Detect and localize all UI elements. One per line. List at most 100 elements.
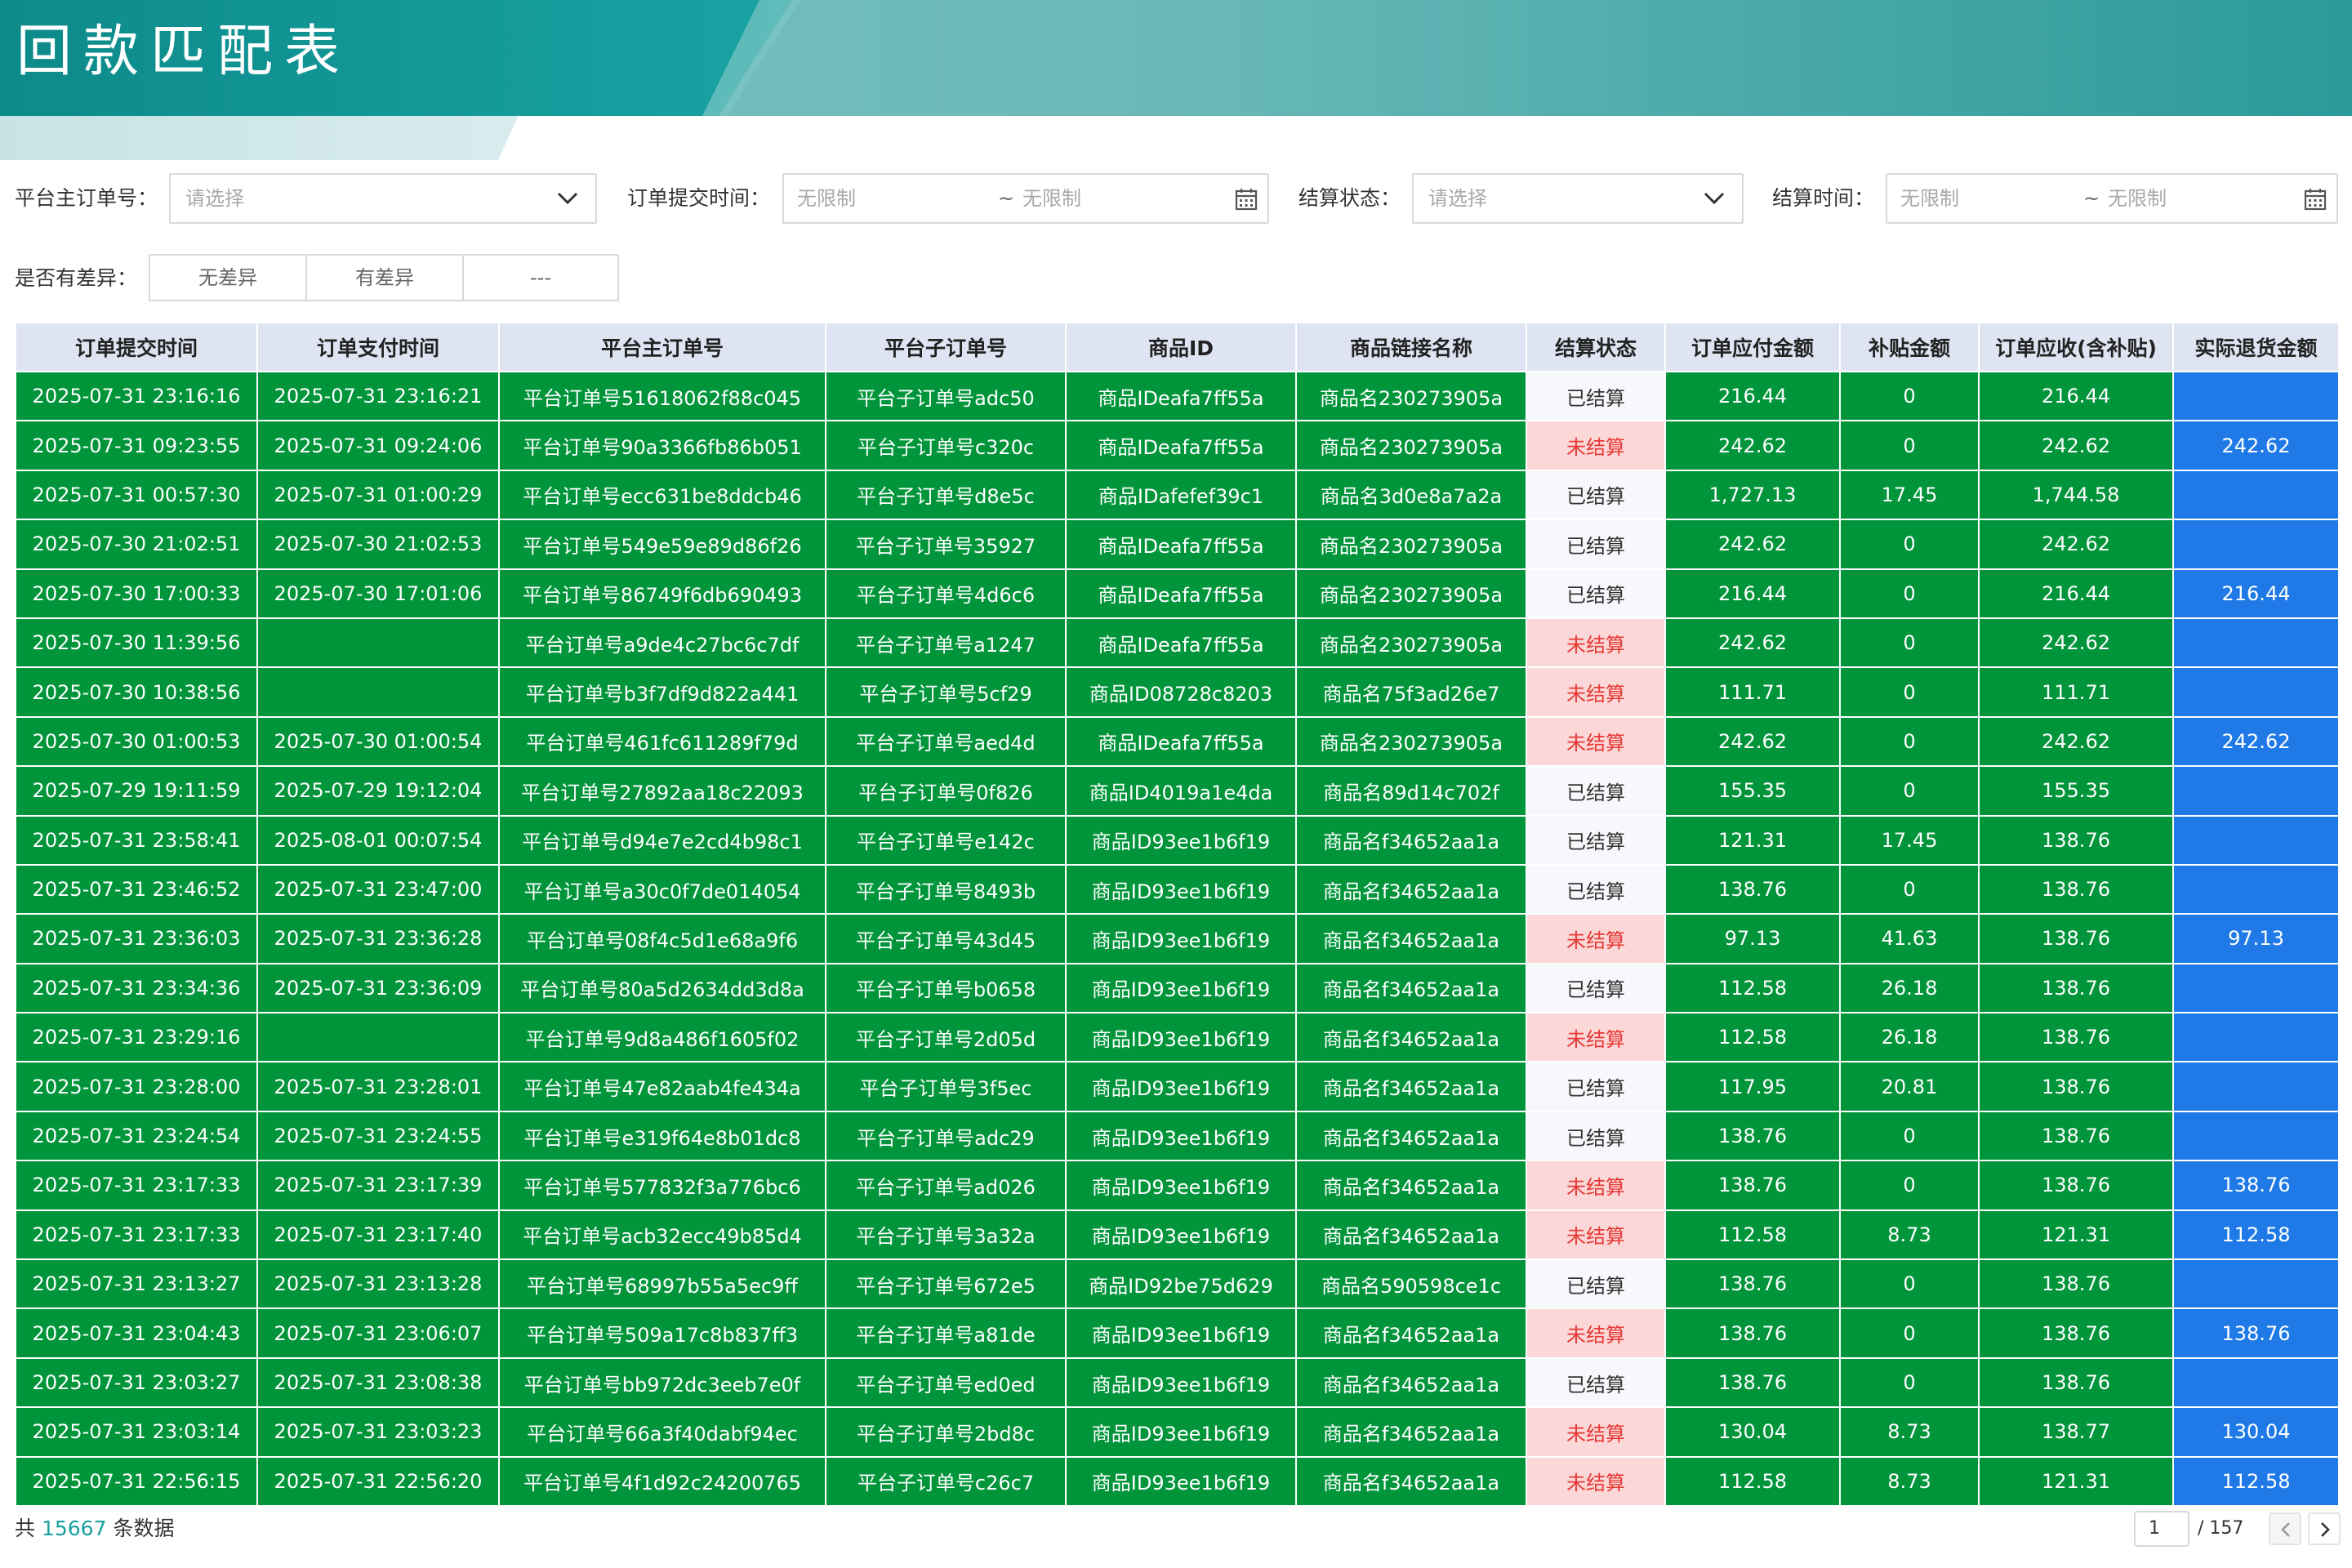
submit-time-range[interactable]: 无限制 ~ 无限制 [782,173,1269,224]
submit-time-cell: 2025-07-31 23:17:33 [15,1160,258,1211]
table-row[interactable]: 2025-07-31 23:29:16 平台订单号9d8a486f1605f02 平… [15,1012,2338,1063]
table-row[interactable]: 2025-07-30 11:39:56 平台订单号a9de4c27bc6c7df 平… [15,617,2338,669]
sub-order-cell: 平台子订单号4d6c6 [825,568,1067,619]
main-order-cell: 平台订单号90a3366fb86b051 [498,420,826,471]
subsidy-cell: 26.18 [1839,962,1980,1014]
amount-payable-cell: 242.62 [1664,519,1841,570]
sub-order-cell: 平台子订单号8493b [825,863,1067,915]
settle-status-cell: 未结算 [1526,913,1666,964]
product-name-cell: 商品名230273905a [1295,568,1527,619]
table-row[interactable]: 2025-07-31 23:13:27 2025-07-31 23:13:28 平台… [15,1258,2338,1310]
settle-time-start[interactable]: 无限制 [1900,175,1959,222]
col-amount-payable-header[interactable]: 订单应付金额 [1664,322,1841,372]
table-row[interactable]: 2025-07-31 23:03:14 2025-07-31 23:03:23 平台… [15,1406,2338,1458]
table-row[interactable]: 2025-07-30 10:38:56 平台订单号b3f7df9d822a441 平… [15,666,2338,718]
table-row[interactable]: 2025-07-31 23:58:41 2025-08-01 00:07:54 平台… [15,814,2338,866]
table-row[interactable]: 2025-07-30 21:02:51 2025-07-30 21:02:53 平台… [15,519,2338,570]
amount-payable-cell: 138.76 [1664,1307,1841,1359]
diff-option-none[interactable]: 无差异 [150,256,305,300]
sub-order-cell: 平台子订单号43d45 [825,913,1067,964]
table-row[interactable]: 2025-07-31 23:24:54 2025-07-31 23:24:55 平台… [15,1110,2338,1162]
table-row[interactable]: 2025-07-30 17:00:33 2025-07-30 17:01:06 平台… [15,568,2338,619]
settle-status-cell: 未结算 [1526,666,1666,718]
product-id-cell: 商品IDeafa7ff55a [1065,715,1297,768]
sub-order-cell: 平台子订单号b0658 [825,962,1067,1014]
data-table-container[interactable]: 订单提交时间 订单支付时间 平台主订单号 平台子订单号 商品ID 商品链接名称 结算状态 订单… [15,322,2338,1508]
table-row[interactable]: 2025-07-31 09:23:55 2025-07-31 09:24:06 平台… [15,420,2338,471]
pay-time-cell: 2025-07-31 23:47:00 [256,863,500,915]
product-name-cell: 商品名f34652aa1a [1295,1110,1527,1162]
col-product-id-header[interactable]: 商品ID [1065,322,1297,372]
col-subsidy-header[interactable]: 补贴金额 [1839,322,1980,372]
product-id-cell: 商品ID93ee1b6f19 [1065,1356,1297,1409]
amount-receivable-cell: 216.44 [1978,568,2174,619]
col-sub-order-header[interactable]: 平台子订单号 [825,322,1067,372]
settle-status-cell: 未结算 [1526,1012,1666,1063]
table-row[interactable]: 2025-07-31 23:16:16 2025-07-31 23:16:21 平台… [15,370,2338,422]
col-product-name-header[interactable]: 商品链接名称 [1295,322,1527,372]
table-row[interactable]: 2025-07-31 23:36:03 2025-07-31 23:36:28 平台… [15,913,2338,964]
diff-option-has[interactable]: 有差异 [307,256,462,300]
product-name-cell: 商品名f34652aa1a [1295,1061,1527,1112]
diff-option-all[interactable]: --- [464,256,617,300]
settle-status-cell: 已结算 [1526,962,1666,1014]
subsidy-cell: 20.81 [1839,1061,1980,1112]
submit-time-start[interactable]: 无限制 [797,175,856,222]
table-row[interactable]: 2025-07-31 23:04:43 2025-07-31 23:06:07 平台… [15,1307,2338,1359]
table-row[interactable]: 2025-07-31 23:34:36 2025-07-31 23:36:09 平台… [15,962,2338,1014]
pagination: 1 / 157 [2134,1511,2342,1547]
settle-time-label: 结算时间： [1772,186,1875,210]
diff-label: 是否有差异： [15,266,138,290]
next-page-button[interactable] [2308,1512,2341,1545]
col-submit-time-header[interactable]: 订单提交时间 [15,322,258,372]
settle-time-end[interactable]: 无限制 [2108,175,2167,222]
subsidy-cell: 0 [1839,715,1980,768]
col-refund-amount-header[interactable]: 实际退货金额 [2172,322,2338,372]
sub-order-cell: 平台子订单号c26c7 [825,1455,1067,1507]
chevron-right-icon [2321,1522,2330,1537]
product-id-cell: 商品ID93ee1b6f19 [1065,913,1297,964]
refund-amount-cell [2172,1061,2338,1112]
subsidy-cell: 0 [1839,1160,1980,1211]
refund-amount-cell: 138.76 [2172,1307,2338,1359]
table-row[interactable]: 2025-07-31 23:46:52 2025-07-31 23:47:00 平台… [15,863,2338,915]
pay-time-cell: 2025-07-31 23:03:23 [256,1406,500,1458]
col-pay-time-header[interactable]: 订单支付时间 [256,322,500,372]
product-id-cell: 商品ID93ee1b6f19 [1065,1061,1297,1112]
submit-time-cell: 2025-07-30 17:00:33 [15,568,258,619]
table-row[interactable]: 2025-07-31 23:28:00 2025-07-31 23:28:01 平台… [15,1061,2338,1112]
sub-order-cell: 平台子订单号5cf29 [825,666,1067,718]
refund-amount-cell: 97.13 [2172,913,2338,964]
subsidy-cell: 0 [1839,1110,1980,1162]
diff-segmented-control[interactable]: 无差异 有差异 --- [149,254,619,301]
table-row[interactable]: 2025-07-31 00:57:30 2025-07-31 01:00:29 平台… [15,469,2338,521]
settle-status-placeholder: 请选择 [1428,187,1487,210]
table-body: 2025-07-31 23:16:16 2025-07-31 23:16:21 平台… [15,370,2338,1507]
amount-receivable-cell: 242.62 [1978,715,2174,768]
table-row[interactable]: 2025-07-31 23:17:33 2025-07-31 23:17:40 平台… [15,1209,2338,1261]
pay-time-cell: 2025-07-31 23:13:28 [256,1258,500,1310]
table-row[interactable]: 2025-07-31 23:03:27 2025-07-31 23:08:38 平台… [15,1356,2338,1409]
page-number-input[interactable]: 1 [2134,1511,2189,1547]
settle-status-select[interactable]: 请选择 [1412,173,1744,224]
col-amount-receivable-header[interactable]: 订单应收(含补贴) [1978,322,2174,372]
submit-time-end[interactable]: 无限制 [1022,175,1081,222]
col-settle-status-header[interactable]: 结算状态 [1526,322,1666,372]
prev-page-button[interactable] [2269,1512,2301,1545]
amount-receivable-cell: 1,744.58 [1978,469,2174,521]
refund-amount-cell [2172,1012,2338,1063]
settle-status-cell: 未结算 [1526,1160,1666,1211]
col-main-order-header[interactable]: 平台主订单号 [498,322,826,372]
table-row[interactable]: 2025-07-31 22:56:15 2025-07-31 22:56:20 平台… [15,1455,2338,1507]
table-row[interactable]: 2025-07-30 01:00:53 2025-07-30 01:00:54 平台… [15,715,2338,768]
submit-time-cell: 2025-07-31 23:29:16 [15,1012,258,1063]
table-row[interactable]: 2025-07-29 19:11:59 2025-07-29 19:12:04 平台… [15,765,2338,817]
table-row[interactable]: 2025-07-31 23:17:33 2025-07-31 23:17:39 平台… [15,1160,2338,1211]
settle-time-range[interactable]: 无限制 ~ 无限制 [1886,173,2338,224]
amount-payable-cell: 242.62 [1664,420,1841,471]
refund-amount-cell: 112.58 [2172,1455,2338,1507]
amount-receivable-cell: 138.76 [1978,863,2174,915]
total-count-text: 共 15667 条数据 [15,1512,174,1545]
sub-order-cell: 平台子订单号adc29 [825,1110,1067,1162]
main-order-select[interactable]: 请选择 [169,173,597,224]
